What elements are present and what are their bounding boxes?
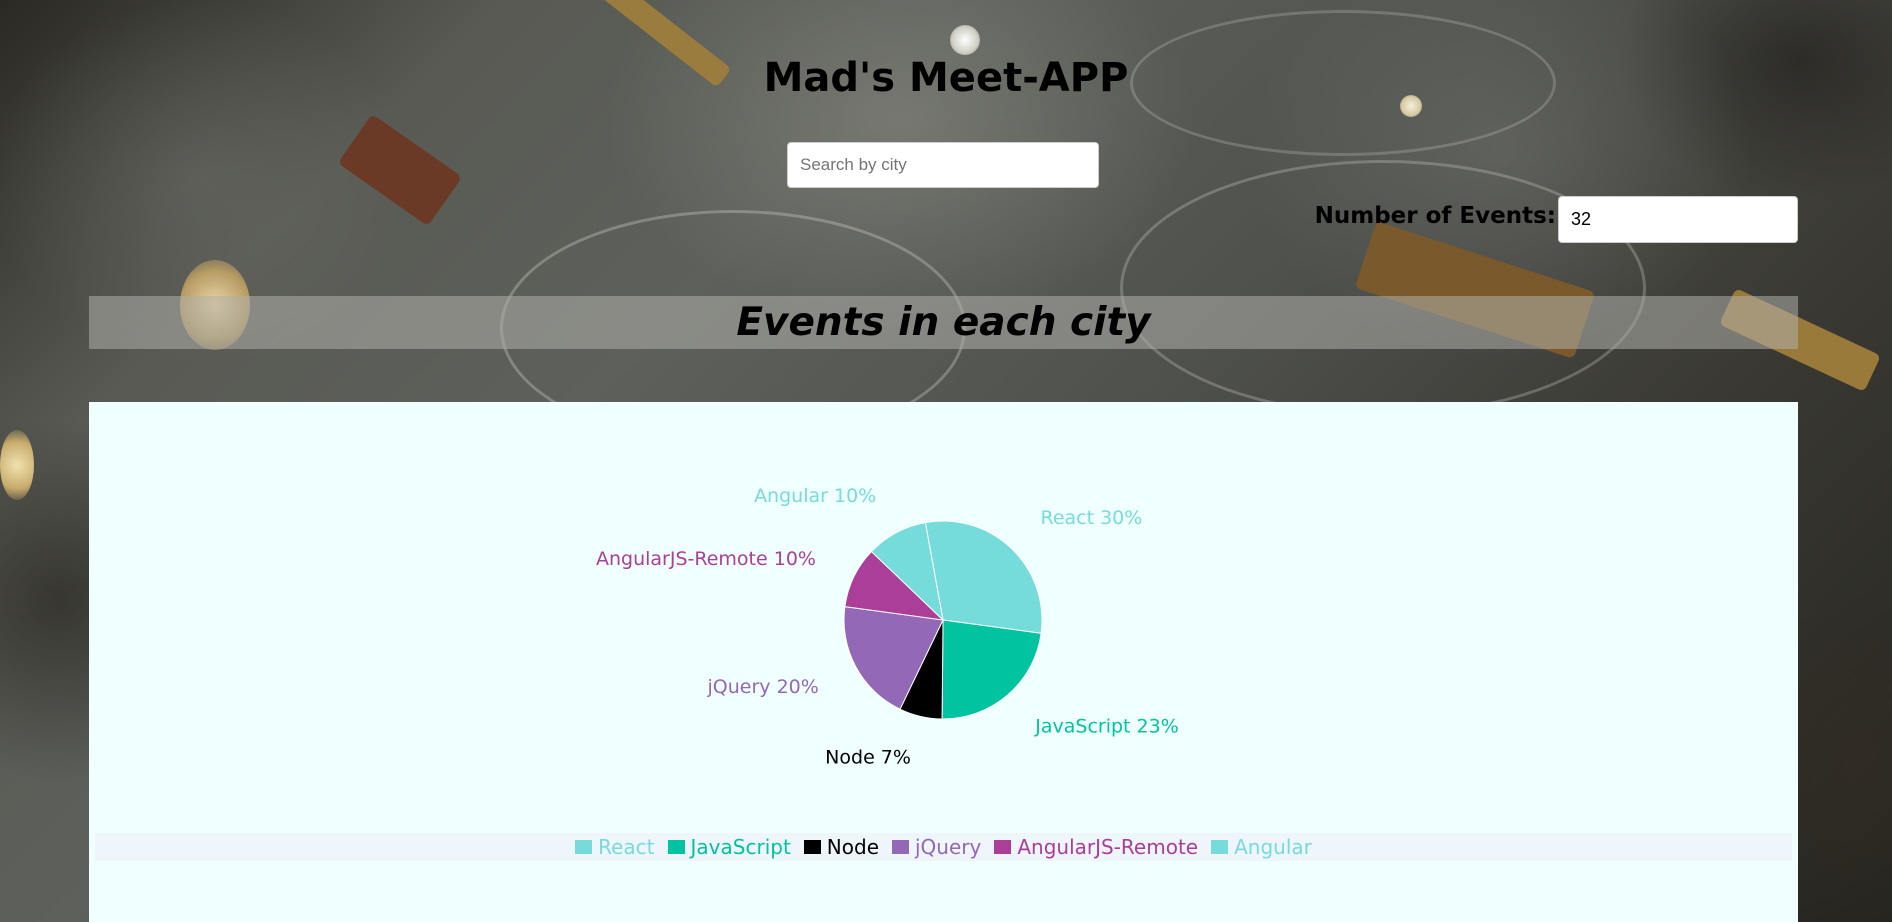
legend-item-angular[interactable]: Angular [1211, 835, 1312, 859]
pie-label-angularjs-remote: AngularJS-Remote 10% [596, 548, 816, 570]
legend-label: Node [826, 835, 879, 859]
city-search-input[interactable] [787, 142, 1099, 188]
app-title: Mad's Meet-APP [763, 55, 1129, 101]
legend-item-jquery[interactable]: jQuery [892, 835, 981, 859]
number-of-events-label: Number of Events: [1314, 203, 1556, 229]
pie-label-angular: Angular 10% [754, 485, 876, 507]
section-banner: Events in each city [89, 296, 1798, 349]
legend-label: jQuery [915, 835, 982, 859]
pie-label-react: React 30% [1040, 507, 1142, 529]
legend-item-react[interactable]: React [575, 835, 655, 859]
legend-item-javascript[interactable]: JavaScript [667, 835, 791, 859]
chart-legend: React JavaScript Node jQuery AngularJS-Remot… [95, 833, 1792, 861]
legend-label: JavaScript [690, 835, 791, 859]
legend-label: React [598, 835, 655, 859]
legend-swatch [892, 840, 909, 854]
legend-label: Angular [1234, 835, 1312, 859]
number-of-events-input[interactable] [1558, 196, 1798, 243]
legend-swatch [994, 840, 1012, 854]
legend-item-angularjs-remote[interactable]: AngularJS-Remote [994, 835, 1198, 859]
chart-panel: React 30% JavaScript 23% Node 7% jQuery 20%… [89, 402, 1798, 922]
page: Mad's Meet-APP Number of Events: Events … [0, 0, 1892, 922]
bokeh-light [0, 430, 34, 500]
pie-label-jquery: jQuery 20% [707, 676, 819, 698]
pie-slice-javascript[interactable] [941, 619, 1042, 720]
legend-swatch [575, 840, 593, 854]
bokeh-light [950, 25, 980, 55]
pie-label-javascript: JavaScript 23% [1034, 716, 1179, 738]
legend-label: AngularJS-Remote [1017, 835, 1199, 859]
ribbon-shape [337, 113, 463, 227]
legend-swatch [1211, 840, 1229, 854]
pie-label-node: Node 7% [825, 746, 911, 768]
legend-item-node[interactable]: Node [803, 835, 879, 859]
legend-swatch [667, 840, 685, 854]
section-title: Events in each city [736, 300, 1151, 345]
legend-swatch [803, 840, 821, 854]
